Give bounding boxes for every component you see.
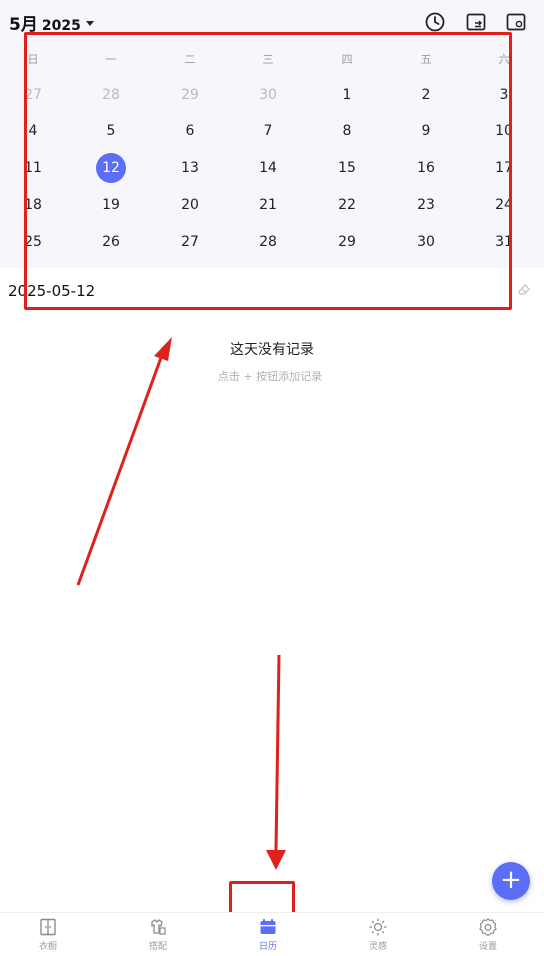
nav-item-wardrobe[interactable]: 衣橱 [8,917,88,956]
calendar-day[interactable]: 28 [81,80,141,110]
calendar-day[interactable]: 2 [396,80,456,110]
settings-icon [479,918,497,936]
calendar-day[interactable]: 5 [81,116,141,146]
screen-settings-icon[interactable] [505,11,527,33]
calendar-day[interactable]: 8 [317,116,377,146]
bottom-nav: 衣橱 搭配 日历 灵感 设置 [0,912,544,956]
weekday-mon: 一 [105,53,117,66]
nav-item-calendar[interactable]: 日历 [228,917,308,956]
eraser-icon[interactable] [516,281,532,297]
annotation-arrow-up [76,354,164,586]
nav-label: 设置 [478,942,497,952]
calendar-day[interactable]: 6 [160,116,220,146]
calendar-day[interactable]: 18 [3,190,63,220]
calendar-day[interactable]: 14 [238,153,298,183]
calendar-day[interactable]: 28 [238,227,298,257]
nav-label: 日历 [258,942,277,952]
nav-label: 灵感 [368,942,387,952]
calendar-day[interactable]: 9 [396,116,456,146]
nav-item-outfit[interactable]: 搭配 [118,917,198,956]
calendar-day[interactable]: 27 [3,80,63,110]
calendar-day[interactable]: 25 [3,227,63,257]
annotation-arrow-down [274,654,281,851]
switch-view-icon[interactable] [465,11,487,33]
calendar-day[interactable]: 16 [396,153,456,183]
annotation-arrowhead-down [266,850,286,870]
calendar-day[interactable]: 29 [317,227,377,257]
app-header: 5月 2025 [0,0,544,44]
outfit-icon [151,919,166,935]
calendar-icon [260,919,276,934]
calendar-day[interactable]: 1 [317,80,377,110]
calendar-day[interactable]: 27 [160,227,220,257]
weekday-header-row: 日 一 二 三 四 五 六 [0,51,544,67]
calendar-day[interactable]: 20 [160,190,220,220]
calendar-day[interactable]: 7 [238,116,298,146]
weekday-sun: 日 [27,53,39,66]
clock-icon[interactable] [424,11,446,33]
calendar-day-selected[interactable]: 12 [81,153,141,183]
empty-state-title: 这天没有记录 [230,342,314,358]
calendar-day[interactable]: 21 [238,190,298,220]
selected-date-bar: 2025-05-12 [0,268,544,312]
calendar-day[interactable]: 15 [317,153,377,183]
chevron-down-icon [85,20,94,26]
month-calendar: 日 一 二 三 四 五 六 27 28 29 30 1 2 3 4 5 6 7 … [0,44,544,268]
nav-label: 衣橱 [38,942,57,952]
calendar-day[interactable]: 4 [3,116,63,146]
calendar-day[interactable]: 31 [474,227,534,257]
calendar-day[interactable]: 3 [474,80,534,110]
calendar-day[interactable]: 11 [3,153,63,183]
calendar-day[interactable]: 30 [238,80,298,110]
weekday-tue: 二 [184,53,196,66]
calendar-day[interactable]: 26 [81,227,141,257]
weekday-thu: 四 [341,53,353,66]
calendar-day[interactable]: 29 [160,80,220,110]
nav-item-inspiration[interactable]: 灵感 [338,917,418,956]
add-record-button[interactable]: + [492,862,530,900]
nav-label: 搭配 [148,942,167,952]
nav-item-settings[interactable]: 设置 [448,917,528,956]
calendar-day[interactable]: 22 [317,190,377,220]
month-selector[interactable]: 5月 2025 [9,10,94,35]
month-label: 5月 [9,15,38,35]
empty-state-subtitle: 点击 + 按钮添加记录 [217,370,323,383]
calendar-day[interactable]: 24 [474,190,534,220]
wardrobe-icon [40,918,56,936]
weekday-wed: 三 [262,53,274,66]
calendar-day[interactable]: 19 [81,190,141,220]
year-label: 2025 [41,18,81,34]
weekday-sat: 六 [498,53,510,66]
selected-date-label: 2025-05-12 [8,282,96,300]
calendar-day[interactable]: 17 [474,153,534,183]
weekday-fri: 五 [420,53,432,66]
inspiration-icon [369,918,387,936]
selected-day-label: 12 [96,153,126,183]
calendar-day[interactable]: 23 [396,190,456,220]
calendar-day[interactable]: 13 [160,153,220,183]
calendar-day[interactable]: 30 [396,227,456,257]
calendar-day[interactable]: 10 [474,116,534,146]
